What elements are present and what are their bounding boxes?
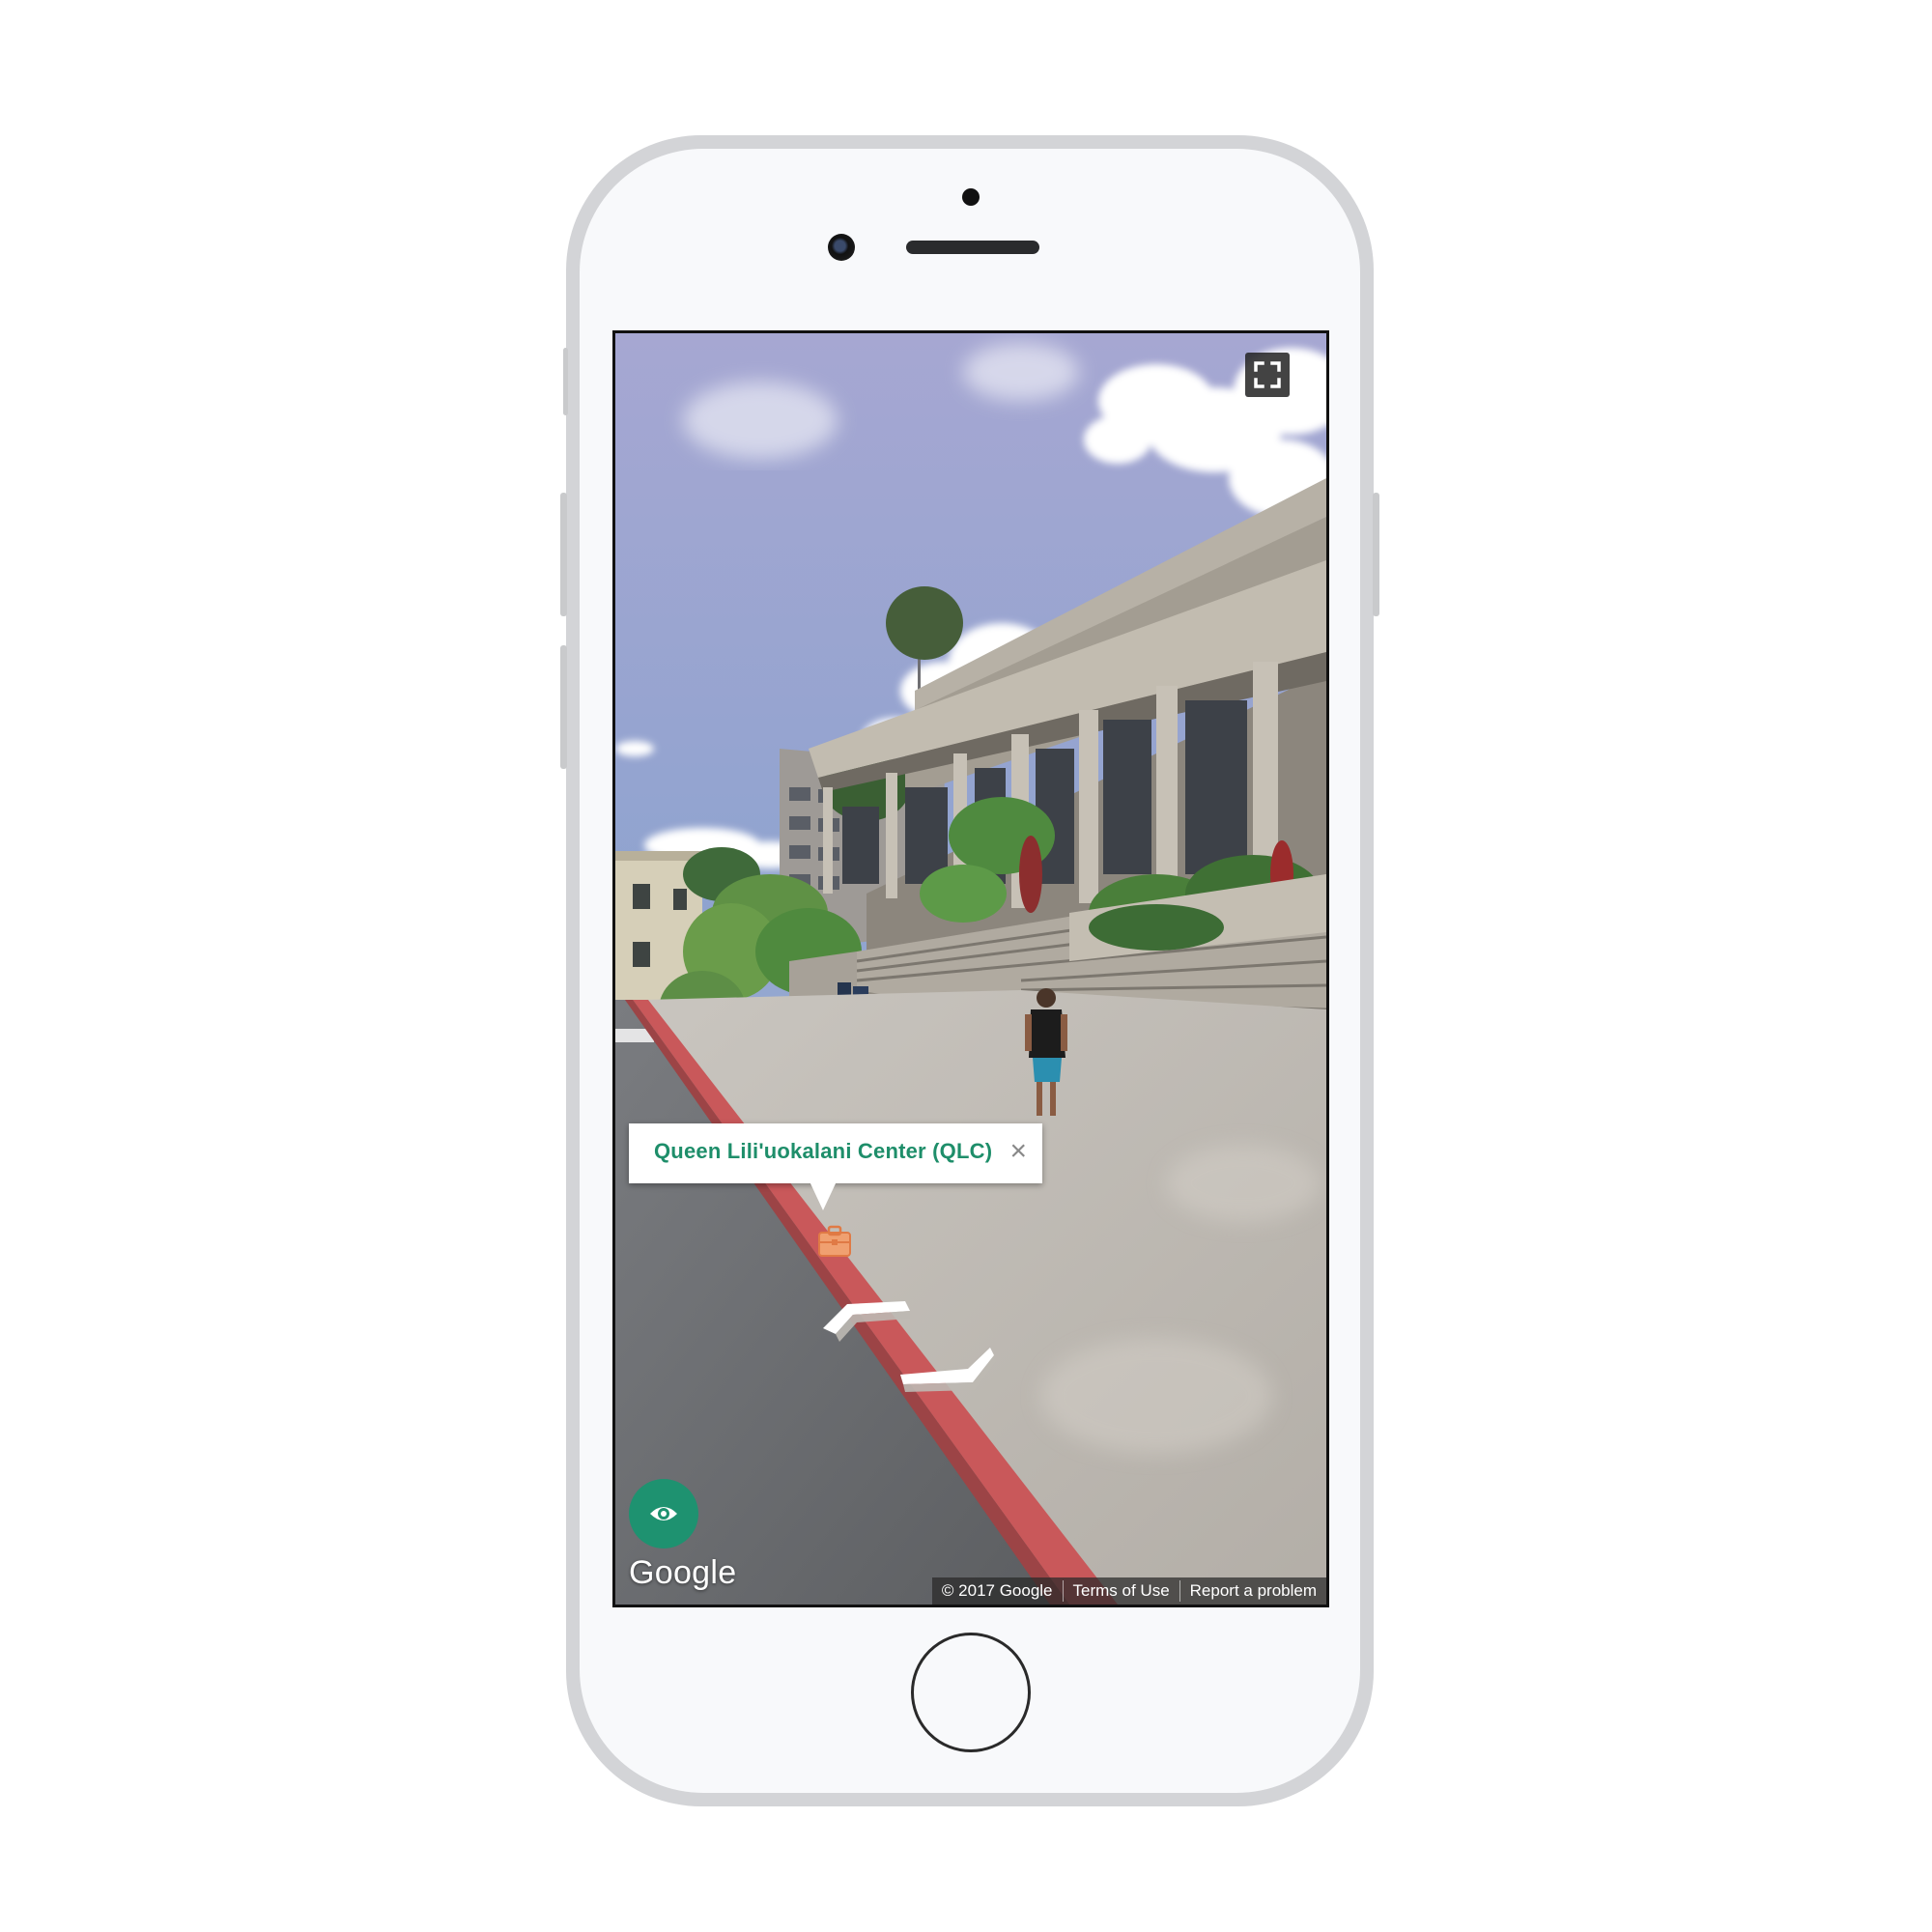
eye-icon [650, 1507, 677, 1520]
home-button[interactable] [911, 1633, 1031, 1752]
street-view-screen[interactable]: Queen Lili'uokalani Center (QLC) × Googl… [612, 330, 1329, 1607]
earpiece-speaker [906, 241, 1039, 254]
street-view-panorama[interactable] [615, 333, 1326, 1605]
front-camera [828, 234, 855, 261]
report-problem-link[interactable]: Report a problem [1180, 1577, 1326, 1605]
copyright-text: © 2017 Google [941, 1581, 1053, 1600]
place-title[interactable]: Queen Lili'uokalani Center (QLC) [654, 1139, 992, 1164]
terms-of-use-link[interactable]: Terms of Use [1064, 1577, 1179, 1605]
fullscreen-icon [1254, 361, 1281, 388]
info-window-close-button[interactable]: × [1009, 1135, 1027, 1168]
info-window-pointer [810, 1181, 837, 1210]
google-logo: Google [629, 1554, 737, 1591]
power-button [1373, 493, 1379, 616]
fullscreen-button[interactable] [1245, 353, 1290, 397]
proximity-sensor [962, 188, 980, 206]
map-footer: © 2017 Google Terms of Use Report a prob… [931, 1577, 1326, 1605]
volume-down-button [560, 645, 567, 769]
briefcase-icon[interactable] [815, 1224, 854, 1259]
volume-up-button [560, 493, 567, 616]
street-view-button[interactable] [629, 1479, 698, 1548]
place-info-window[interactable]: Queen Lili'uokalani Center (QLC) × [629, 1123, 1042, 1183]
mute-switch [563, 348, 568, 415]
